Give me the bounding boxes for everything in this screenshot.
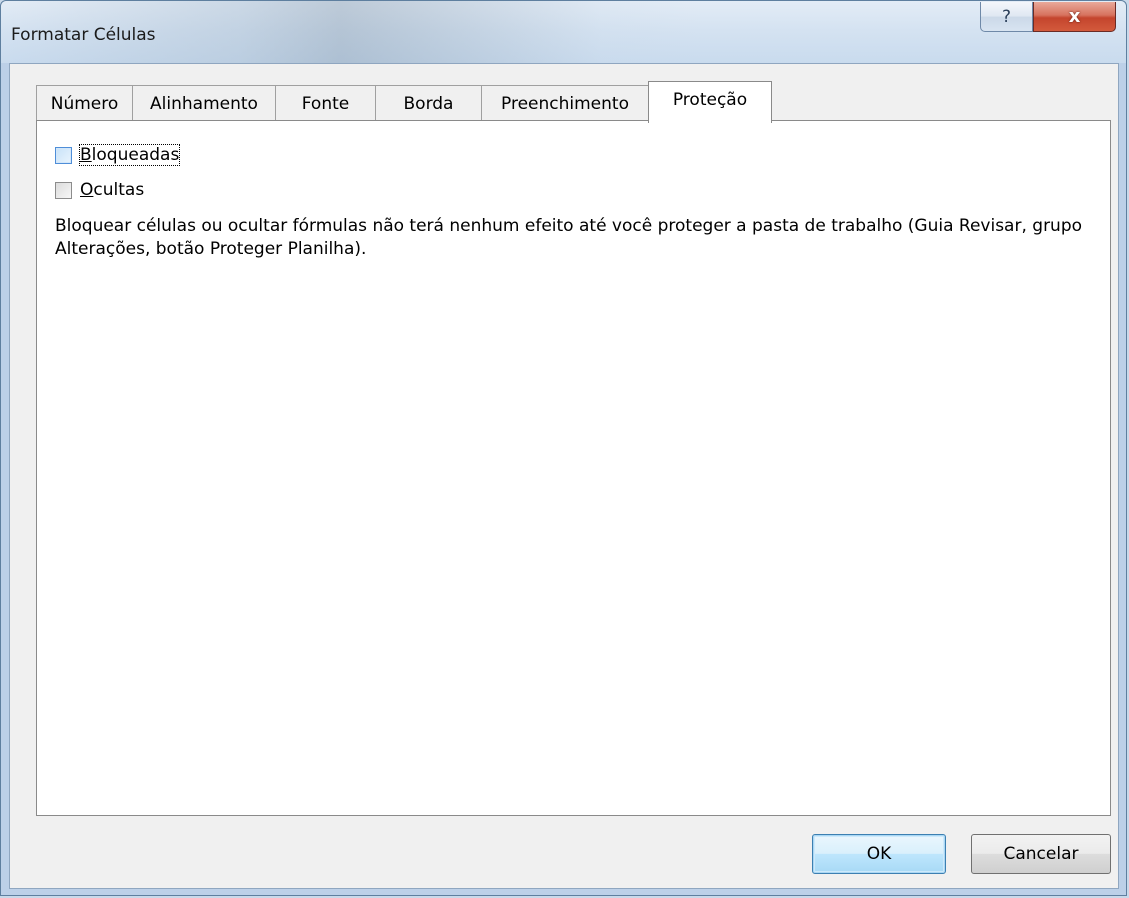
help-icon: ? (1001, 6, 1012, 27)
title-bar[interactable]: Formatar Células ? x (1, 1, 1126, 63)
locked-option[interactable]: Bloqueadas (55, 143, 181, 167)
close-icon: x (1068, 6, 1081, 27)
tab-alinhamento[interactable]: Alinhamento (132, 85, 276, 121)
locked-accelerator: B (80, 145, 92, 165)
hidden-label[interactable]: Ocultas (80, 180, 144, 200)
close-button[interactable]: x (1033, 2, 1116, 32)
hidden-label-text: cultas (93, 180, 145, 200)
protection-panel: Bloqueadas Ocultas Bloquear células ou o… (36, 120, 1111, 816)
tab-numero[interactable]: Número (36, 85, 133, 121)
hidden-checkbox[interactable] (55, 181, 72, 199)
dialog-title: Formatar Células (11, 25, 156, 45)
locked-checkbox[interactable] (55, 146, 72, 164)
tab-fonte[interactable]: Fonte (275, 85, 376, 121)
ok-button[interactable]: OK (812, 834, 946, 874)
hidden-option[interactable]: Ocultas (55, 178, 144, 202)
protection-note: Bloquear células ou ocultar fórmulas não… (55, 216, 1083, 259)
format-cells-dialog: Formatar Células ? x Número Alinhamento … (0, 0, 1127, 896)
tab-protecao[interactable]: Proteção (648, 81, 772, 123)
locked-label[interactable]: Bloqueadas (78, 144, 181, 166)
help-button[interactable]: ? (980, 2, 1033, 32)
dialog-body: Número Alinhamento Fonte Borda Preenchim… (9, 63, 1119, 889)
tab-preenchimento[interactable]: Preenchimento (481, 85, 649, 121)
tab-borda[interactable]: Borda (375, 85, 482, 121)
hidden-accelerator: O (80, 180, 94, 200)
cancel-button[interactable]: Cancelar (971, 834, 1111, 874)
locked-label-text: loqueadas (91, 145, 180, 165)
